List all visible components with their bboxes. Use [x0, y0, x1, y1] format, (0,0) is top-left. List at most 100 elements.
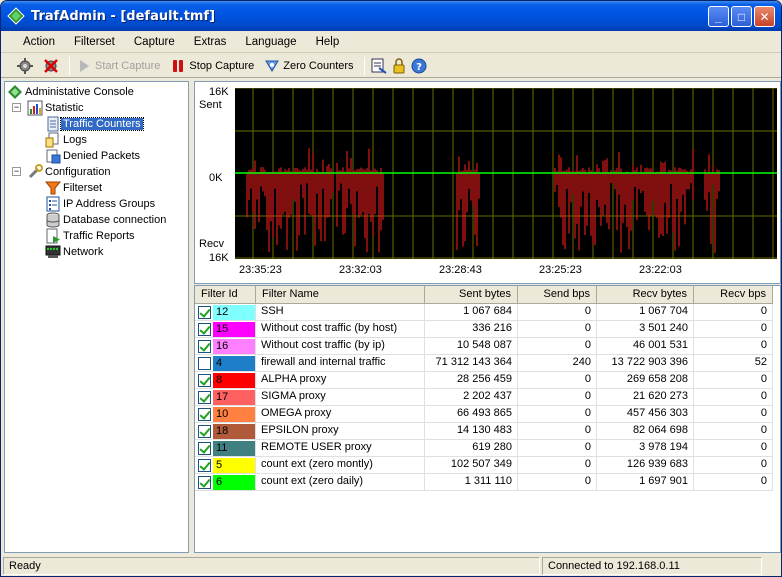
sent-bytes-cell: 2 202 437: [425, 389, 518, 406]
sent-bytes-cell: 66 493 865: [425, 406, 518, 423]
table-row[interactable]: 11 REMOTE USER proxy 619 280 0 3 978 194 0: [195, 440, 773, 457]
menu-language[interactable]: Language: [233, 36, 303, 48]
tree-item-traffic-counters[interactable]: Traffic Counters: [45, 116, 144, 132]
filter-enabled-checkbox[interactable]: [198, 339, 211, 353]
help-icon: ?: [411, 58, 427, 73]
filter-enabled-checkbox[interactable]: [198, 441, 211, 455]
filter-name-cell: REMOTE USER proxy: [256, 440, 425, 457]
connect-button[interactable]: [17, 57, 33, 74]
connect-icon: [17, 57, 33, 74]
tree-label: IP Address Groups: [63, 198, 156, 210]
tree-item-network[interactable]: Network: [45, 244, 105, 260]
filter-color-swatch: 8: [213, 372, 255, 388]
title-bar[interactable]: TrafAdmin - [default.tmf] _ □ ✕: [1, 1, 781, 31]
table-row[interactable]: 18 EPSILON proxy 14 130 483 0 82 064 698 0: [195, 423, 773, 440]
filter-color-swatch: 16: [213, 338, 255, 354]
send-bps-cell: 0: [518, 457, 597, 474]
statistic-chart-icon: [27, 100, 43, 116]
lock-button[interactable]: [391, 57, 407, 74]
toolbar-separator: [69, 56, 70, 75]
minimize-button[interactable]: _: [708, 6, 729, 27]
filter-name-cell: ALPHA proxy: [256, 372, 425, 389]
recv-bps-cell: 0: [694, 338, 773, 355]
tree-item-logs[interactable]: Logs: [45, 132, 89, 148]
table-row[interactable]: 10 OMEGA proxy 66 493 865 0 457 456 303 0: [195, 406, 773, 423]
filter-enabled-checkbox[interactable]: [198, 373, 211, 387]
filter-enabled-checkbox[interactable]: [198, 356, 211, 370]
network-icon: [45, 245, 61, 258]
menu-capture[interactable]: Capture: [122, 36, 182, 48]
column-header-filter-id[interactable]: Filter Id: [195, 286, 256, 304]
collapse-statistic-toggle[interactable]: −: [12, 103, 21, 112]
traffic-reports-icon: [46, 228, 60, 244]
table-row[interactable]: 8 ALPHA proxy 28 256 459 0 269 658 208 0: [195, 372, 773, 389]
sent-bytes-cell: 28 256 459: [425, 372, 518, 389]
table-row[interactable]: 6 count ext (zero daily) 1 311 110 0 1 697 9…: [195, 474, 773, 491]
collapse-configuration-toggle[interactable]: −: [12, 167, 21, 176]
disconnect-button[interactable]: [43, 58, 59, 74]
status-text: Ready: [3, 557, 540, 575]
close-button[interactable]: ✕: [754, 6, 775, 27]
table-row[interactable]: 5 count ext (zero montly) 102 507 349 0 126 …: [195, 457, 773, 474]
filter-color-swatch: 18: [213, 423, 255, 439]
zero-counters-label: Zero Counters: [283, 59, 354, 72]
sent-bytes-cell: 10 548 087: [425, 338, 518, 355]
recv-bytes-cell: 3 501 240: [597, 321, 694, 338]
menu-extras[interactable]: Extras: [182, 36, 234, 48]
tree-item-statistic[interactable]: Statistic: [27, 100, 86, 116]
table-row[interactable]: 17 SIGMA proxy 2 202 437 0 21 620 273 0: [195, 389, 773, 406]
column-header-recv-bytes[interactable]: Recv bytes: [597, 286, 694, 304]
recv-bps-cell: 0: [694, 474, 773, 491]
recv-bytes-cell: 1 067 704: [597, 304, 694, 321]
filter-id-cell: 18: [195, 423, 256, 440]
column-header-send-bps[interactable]: Send bps: [518, 286, 597, 304]
table-row[interactable]: 12 SSH 1 067 684 0 1 067 704 0: [195, 304, 773, 321]
column-header-recv-bps[interactable]: Recv bps: [694, 286, 773, 304]
table-row[interactable]: 15 Without cost traffic (by host) 336 216 0…: [195, 321, 773, 338]
menu-filterset[interactable]: Filterset: [62, 36, 122, 48]
tree-item-configuration[interactable]: Configuration: [27, 164, 112, 180]
tree-item-ip-address-groups[interactable]: IP Address Groups: [45, 196, 157, 212]
chart-settings-button[interactable]: [371, 58, 387, 74]
close-icon: ✕: [759, 9, 770, 24]
filter-color-swatch: 17: [213, 389, 255, 405]
sent-bytes-cell: 619 280: [425, 440, 518, 457]
tree-item-traffic-reports[interactable]: Traffic Reports: [45, 228, 137, 244]
connection-status: Connected to 192.168.0.11: [542, 557, 762, 575]
filter-id-cell: 8: [195, 372, 256, 389]
chart-bottom-value: 16K: [209, 252, 229, 264]
start-capture-button[interactable]: Start Capture: [76, 58, 160, 74]
tree-item-denied-packets[interactable]: Denied Packets: [45, 148, 142, 164]
filter-enabled-checkbox[interactable]: [198, 424, 211, 438]
filter-enabled-checkbox[interactable]: [198, 475, 211, 489]
menu-action[interactable]: Action: [11, 36, 62, 48]
tree-item-admin-console[interactable]: Administative Console: [7, 84, 136, 100]
menu-help[interactable]: Help: [304, 36, 347, 48]
recv-bps-cell: 0: [694, 389, 773, 406]
column-header-filter-name[interactable]: Filter Name: [256, 286, 425, 304]
filter-color-swatch: 4: [213, 355, 255, 371]
send-bps-cell: 240: [518, 355, 597, 372]
maximize-button[interactable]: □: [731, 6, 752, 27]
filter-enabled-checkbox[interactable]: [198, 305, 211, 319]
stop-capture-button[interactable]: Stop Capture: [170, 58, 254, 74]
recv-bytes-cell: 457 456 303: [597, 406, 694, 423]
tree-item-filterset[interactable]: Filterset: [45, 180, 104, 196]
chart-time-label: 23:25:23: [539, 264, 582, 276]
filter-enabled-checkbox[interactable]: [198, 322, 211, 336]
tree-item-database-connection[interactable]: Database connection: [45, 212, 168, 228]
table-row[interactable]: 4 firewall and internal traffic 71 312 143…: [195, 355, 773, 372]
column-header-sent-bytes[interactable]: Sent bytes: [425, 286, 518, 304]
sent-bytes-cell: 336 216: [425, 321, 518, 338]
filter-name-cell: SSH: [256, 304, 425, 321]
chart-top-label: Sent: [199, 99, 222, 111]
filter-enabled-checkbox[interactable]: [198, 390, 211, 404]
zero-counters-button[interactable]: Zero Counters: [264, 58, 354, 74]
filter-enabled-checkbox[interactable]: [198, 458, 211, 472]
table-row[interactable]: 16 Without cost traffic (by ip) 10 548 087…: [195, 338, 773, 355]
sent-bytes-cell: 1 311 110: [425, 474, 518, 491]
help-button[interactable]: ?: [411, 58, 427, 74]
recv-bps-cell: 0: [694, 457, 773, 474]
filter-enabled-checkbox[interactable]: [198, 407, 211, 421]
send-bps-cell: 0: [518, 304, 597, 321]
